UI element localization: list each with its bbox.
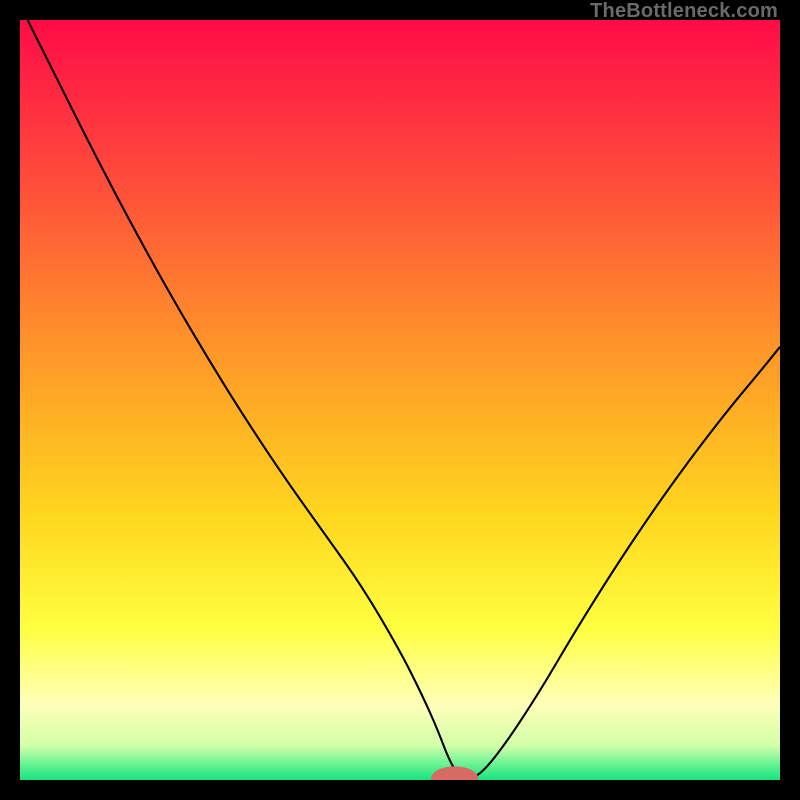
bottleneck-chart: [20, 20, 780, 780]
chart-frame: TheBottleneck.com: [0, 0, 800, 800]
plot-background: [20, 20, 780, 780]
